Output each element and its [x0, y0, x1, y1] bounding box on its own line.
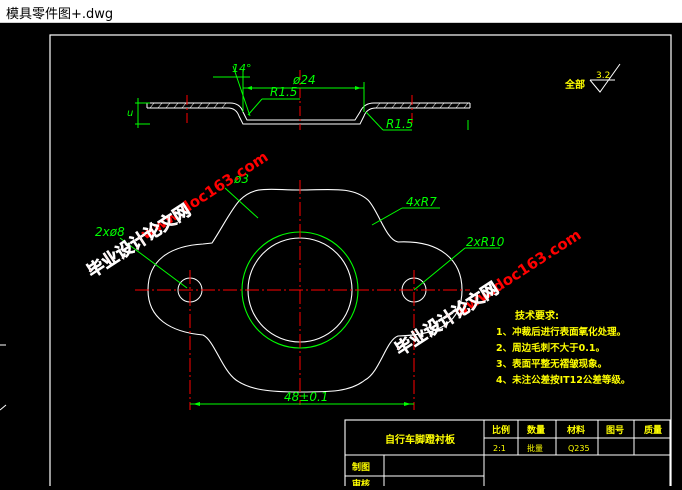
dim-r7: 4xR7: [406, 195, 437, 209]
section-view: 14° ø24 R1.5 R1.5 u: [127, 62, 471, 131]
dim-width: 48±0.1: [284, 390, 328, 404]
roughness-symbol: 全部 3.2: [564, 63, 621, 93]
window-titlebar: 模具零件图+.dwg: [0, 0, 682, 23]
cad-drawing[interactable]: 14° ø24 R1.5 R1.5 u 全部 3.2 ø3 2xø8 4xR7 …: [0, 23, 682, 490]
plate-outline: [147, 188, 463, 393]
watermark-cn-1: 毕业设计论文网: [83, 200, 194, 282]
drawing-canvas[interactable]: 14° ø24 R1.5 R1.5 u 全部 3.2 ø3 2xø8 4xR7 …: [0, 23, 682, 490]
tb-value-material: Q235: [568, 444, 590, 453]
tech-item-3: 3、表面平整无褶皱现象。: [496, 358, 607, 370]
part-name: 自行车脚蹬衬板: [385, 433, 456, 446]
dim-r-top: R1.5: [270, 85, 297, 99]
tb-header-scale: 比例: [492, 424, 510, 436]
tech-requirements: 技术要求: 1、冲裁后进行表面氧化处理。 2、周边毛刺不大于0.1。 3、表面平…: [496, 309, 630, 386]
dim-holes: 2xø8: [95, 225, 125, 239]
dim-left-v: u: [127, 108, 133, 119]
tb-header-material: 材料: [566, 424, 585, 436]
window-title: 模具零件图+.dwg: [6, 7, 114, 22]
tb-header-drawing-no: 图号: [606, 425, 624, 436]
dim-r10: 2xR10: [466, 235, 505, 249]
tech-title: 技术要求:: [515, 309, 559, 322]
tb-row-checked: 审核: [352, 478, 370, 486]
dim-angle: 14°: [232, 62, 252, 75]
dim-r-side: R1.5: [386, 117, 413, 131]
tb-value-qty: 批量: [527, 443, 543, 453]
roughness-label: 全部: [564, 78, 585, 91]
tb-value-scale: 2:1: [493, 444, 506, 453]
tb-header-mass: 质量: [644, 424, 662, 436]
tb-header-qty: 数量: [527, 424, 545, 436]
plan-view: ø3 2xø8 4xR7 2xR10 48±0.1: [95, 172, 505, 410]
tb-row-drawn: 制图: [352, 461, 370, 473]
left-edge-line-2: [0, 404, 7, 411]
tech-item-4: 4、未注公差按IT12公差等级。: [496, 374, 630, 386]
tech-item-2: 2、周边毛刺不大于0.1。: [496, 342, 605, 354]
title-block: 自行车脚蹬衬板 比例 数量 材料 图号 质量 2:1 批量 Q235 制图 审核: [344, 419, 671, 490]
tech-item-1: 1、冲裁后进行表面氧化处理。: [496, 326, 626, 338]
